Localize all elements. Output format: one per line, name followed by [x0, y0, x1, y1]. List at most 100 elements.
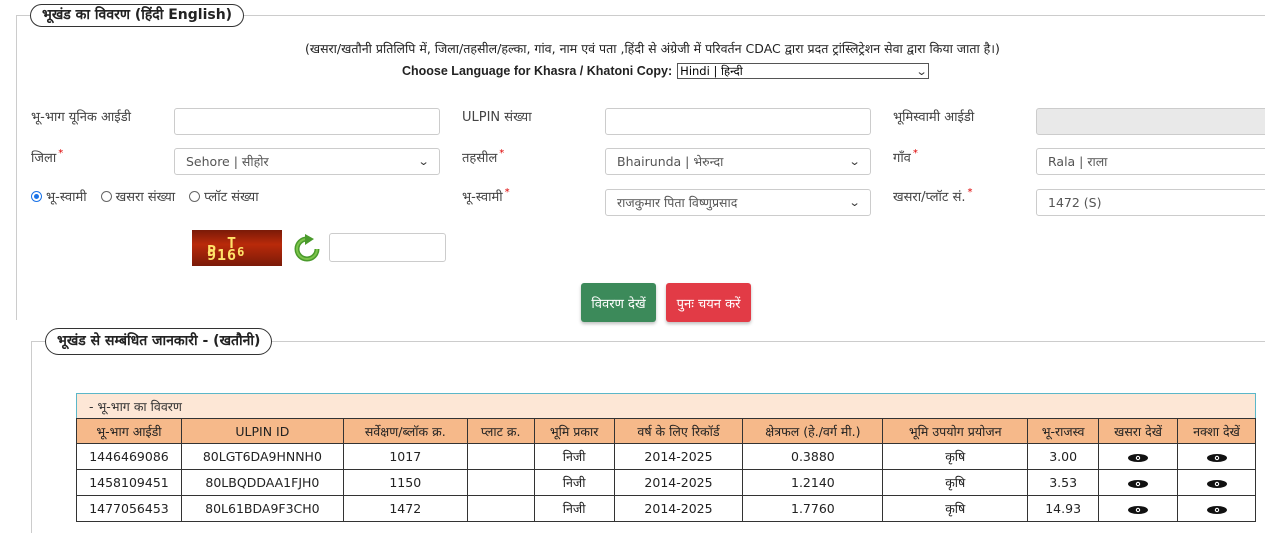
cell-parcel-id: 1477056453 — [76, 495, 182, 522]
cell-land-type: निजी — [533, 495, 615, 522]
district-select-value: Sehore | सीहोर — [186, 154, 269, 169]
captcha-input[interactable] — [329, 233, 446, 262]
ulpin-input[interactable] — [605, 108, 871, 135]
tehsil-select[interactable]: Bhairunda | भेरुन्दा ⌄ — [605, 148, 871, 175]
cell-record-year: 2014-2025 — [613, 443, 744, 470]
cell-area: 1.7760 — [742, 495, 884, 522]
cell-revenue: 14.93 — [1027, 495, 1100, 522]
table-row: 1477056453 80L61BDA9F3CH0 1472 निजी 2014… — [76, 495, 1256, 522]
view-map-cell — [1177, 495, 1256, 522]
radio-khasra-dot[interactable] — [100, 190, 112, 202]
col-header-survey-no: सर्वेक्षण/ब्लॉक क्र. — [342, 418, 468, 444]
khasra-select-value: 1472 (S) — [1048, 195, 1102, 210]
cell-survey-no: 1017 — [342, 443, 468, 470]
cell-record-year: 2014-2025 — [613, 495, 744, 522]
cell-ulpin: 80LBQDDAA1FJH0 — [180, 469, 344, 496]
cell-survey-no: 1150 — [342, 469, 468, 496]
chevron-down-icon: ⌄ — [848, 155, 861, 168]
radio-owner-dot[interactable] — [31, 190, 42, 202]
view-map-cell — [1177, 443, 1256, 470]
col-header-area: क्षेत्रफल (हे./वर्ग मी.) — [742, 418, 884, 444]
radio-plot[interactable]: प्लॉट संख्या — [189, 187, 259, 205]
eye-icon[interactable] — [1127, 505, 1149, 515]
search-type-radio-group: भू-स्वामी खसरा संख्या प्लॉट संख्या — [31, 187, 273, 205]
table-row: 1458109451 80LBQDDAA1FJH0 1150 निजी 2014… — [76, 469, 1256, 496]
view-khasra-cell — [1098, 495, 1179, 522]
cell-revenue: 3.00 — [1027, 443, 1100, 470]
village-select-value: Rala | राला — [1048, 154, 1108, 169]
col-header-view-map: नक्शा देखें — [1177, 418, 1256, 444]
table-header-row: भू-भाग आईडी ULPIN ID सर्वेक्षण/ब्लॉक क्र… — [76, 418, 1256, 444]
transliteration-note: (खसरा/खतौनी प्रतिलिपि में, जिला/तहसील/हल… — [305, 41, 1000, 56]
view-map-cell — [1177, 469, 1256, 496]
land-parcel-table-wrapper: - भू-भाग का विवरण भू-भाग आईडी ULPIN ID स… — [76, 393, 1256, 522]
eye-icon[interactable] — [1206, 479, 1228, 489]
language-select[interactable]: Hindi | हिन्दी ⌄ — [677, 63, 930, 79]
chevron-down-icon: ⌄ — [417, 155, 430, 168]
ulpin-label: ULPIN संख्या — [462, 110, 532, 125]
tehsil-select-value: Bhairunda | भेरुन्दा — [617, 154, 724, 169]
cell-ulpin: 80LGT6DA9HNNH0 — [180, 443, 344, 470]
cell-land-use: कृषि — [882, 495, 1029, 522]
cell-area: 0.3880 — [742, 443, 884, 470]
refresh-icon[interactable] — [292, 234, 322, 264]
district-label: जिला * — [31, 148, 64, 166]
reset-selection-button[interactable]: पुनः चयन करें — [666, 283, 751, 322]
eye-icon[interactable] — [1206, 505, 1228, 515]
cell-record-year: 2014-2025 — [613, 469, 744, 496]
section-legend-khatauni: भूखंड से सम्बंधित जानकारी - (खतौनी) — [45, 328, 273, 355]
cell-parcel-id: 1458109451 — [76, 469, 182, 496]
tehsil-label: तहसील * — [462, 148, 505, 166]
cell-parcel-id: 1446469086 — [76, 443, 182, 470]
col-header-ulpin: ULPIN ID — [180, 418, 344, 444]
language-label: Choose Language for Khasra / Khatoni Cop… — [402, 64, 673, 78]
khasra-select[interactable]: 1472 (S) — [1036, 189, 1265, 216]
owner-label: भू-स्वामी * — [462, 187, 510, 205]
radio-khasra[interactable]: खसरा संख्या — [100, 187, 175, 205]
village-label: गाँव * — [893, 148, 918, 166]
unique-id-label: भू-भाग यूनिक आईडी — [31, 110, 132, 125]
language-select-value: Hindi | हिन्दी — [680, 63, 743, 78]
village-select[interactable]: Rala | राला — [1036, 148, 1265, 175]
owner-select-value: राजकुमार पिता विष्णुप्रसाद — [617, 195, 738, 210]
col-header-view-khasra: खसरा देखें — [1098, 418, 1179, 444]
cell-land-type: निजी — [533, 443, 615, 470]
captcha-image: P T6 916 — [192, 230, 282, 266]
table-caption: - भू-भाग का विवरण — [76, 393, 1256, 418]
chevron-down-icon: ⌄ — [915, 64, 928, 78]
col-header-land-use: भूमि उपयोग प्रयोजन — [882, 418, 1029, 444]
col-header-parcel-id: भू-भाग आईडी — [76, 418, 182, 444]
cell-plot-no — [466, 443, 535, 470]
cell-area: 1.2140 — [742, 469, 884, 496]
chevron-down-icon: ⌄ — [848, 196, 861, 209]
cell-revenue: 3.53 — [1027, 469, 1100, 496]
khasra-label: खसरा/प्लॉट सं. * — [893, 187, 973, 205]
eye-icon[interactable] — [1127, 453, 1149, 463]
eye-icon[interactable] — [1127, 479, 1149, 489]
cell-land-use: कृषि — [882, 443, 1029, 470]
col-header-plot-no: प्लाट क्र. — [466, 418, 535, 444]
cell-land-type: निजी — [533, 469, 615, 496]
col-header-land-type: भूमि प्रकार — [533, 418, 615, 444]
language-row: Choose Language for Khasra / Khatoni Cop… — [402, 63, 930, 79]
owner-select[interactable]: राजकुमार पिता विष्णुप्रसाद ⌄ — [605, 189, 871, 216]
view-khasra-cell — [1098, 443, 1179, 470]
section-legend-plot-details: भूखंड का विवरण (हिंदी English) — [30, 4, 245, 27]
cell-land-use: कृषि — [882, 469, 1029, 496]
eye-icon[interactable] — [1206, 453, 1228, 463]
cell-survey-no: 1472 — [342, 495, 468, 522]
cell-ulpin: 80L61BDA9F3CH0 — [180, 495, 344, 522]
view-khasra-cell — [1098, 469, 1179, 496]
owner-id-input — [1036, 108, 1265, 135]
district-select[interactable]: Sehore | सीहोर ⌄ — [174, 148, 440, 175]
col-header-revenue: भू-राजस्व — [1027, 418, 1100, 444]
land-parcel-table: भू-भाग आईडी ULPIN ID सर्वेक्षण/ब्लॉक क्र… — [76, 418, 1256, 522]
owner-id-label: भूमिस्वामी आईडी — [893, 110, 975, 125]
cell-plot-no — [466, 469, 535, 496]
unique-id-input[interactable] — [174, 108, 440, 135]
table-row: 1446469086 80LGT6DA9HNNH0 1017 निजी 2014… — [76, 443, 1256, 470]
radio-plot-dot[interactable] — [189, 190, 201, 202]
view-details-button[interactable]: विवरण देखें — [581, 283, 656, 322]
col-header-record-year: वर्ष के लिए रिकॉर्ड — [613, 418, 744, 444]
radio-owner[interactable]: भू-स्वामी — [31, 187, 87, 205]
